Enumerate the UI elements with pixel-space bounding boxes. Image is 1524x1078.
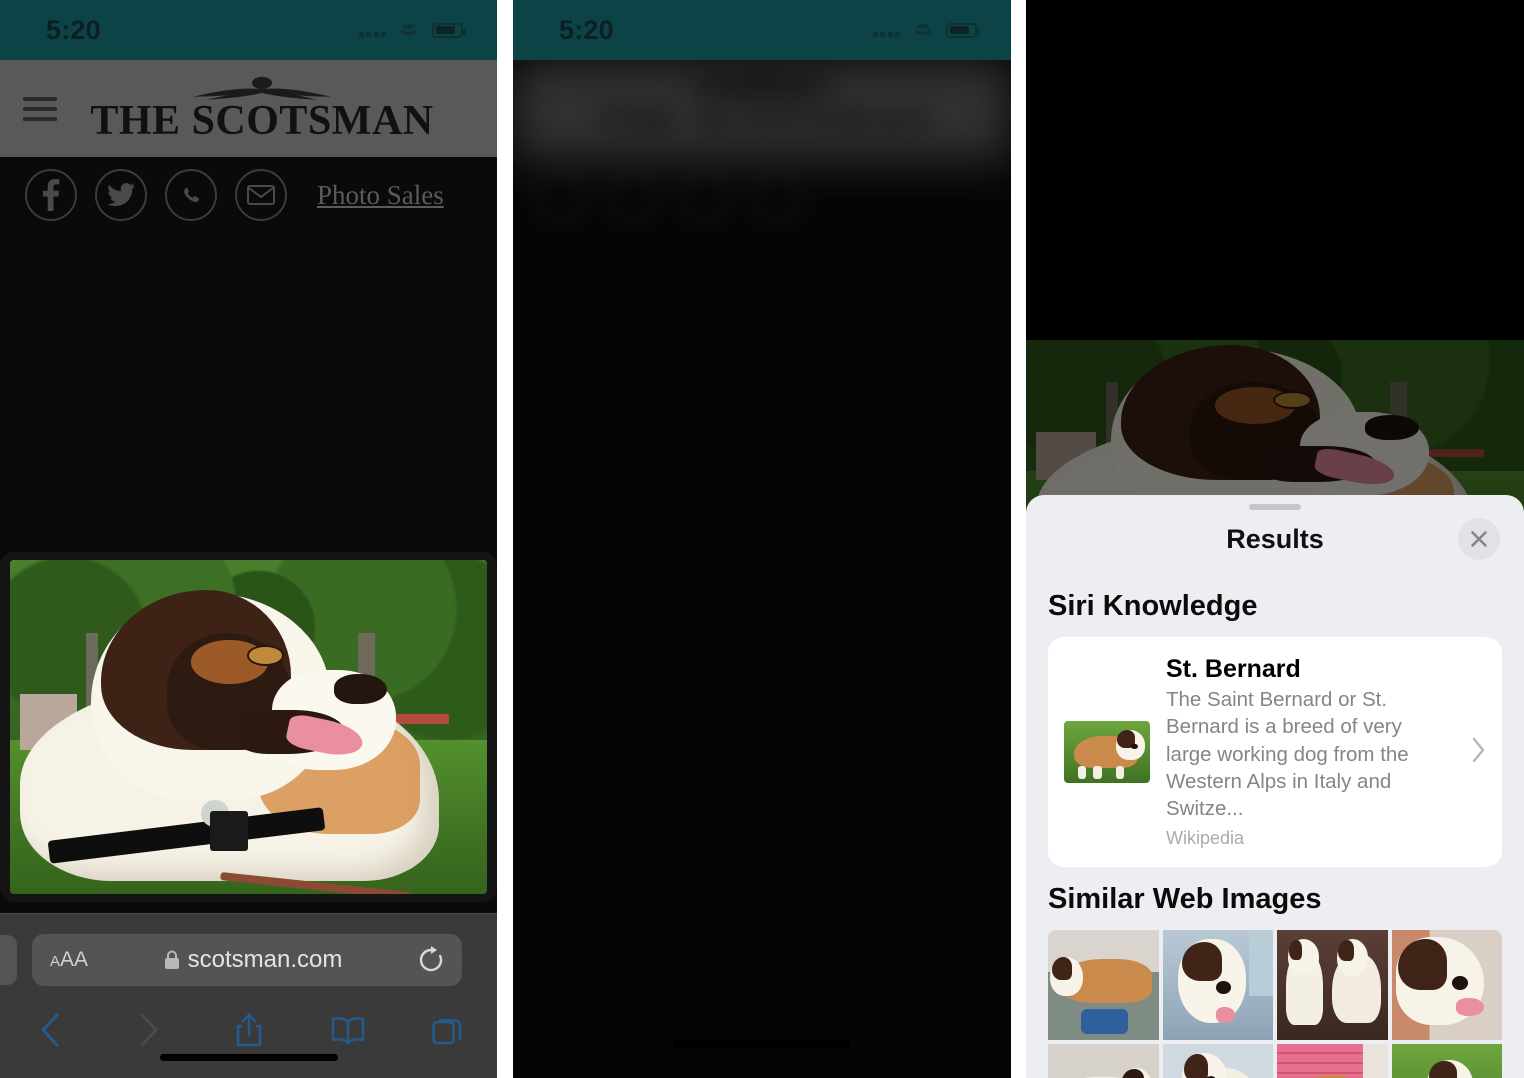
- knowledge-card-description: The Saint Bernard or St. Bernard is a br…: [1166, 688, 1409, 820]
- tabs-button[interactable]: [398, 1015, 497, 1045]
- sheet-title: Results: [1226, 523, 1324, 554]
- wifi-icon: [911, 21, 935, 39]
- close-icon[interactable]: [1458, 518, 1500, 560]
- section-title-similar-web-images: Similar Web Images: [1048, 883, 1322, 916]
- dimming-overlay[interactable]: [513, 0, 1011, 1078]
- dark-page-area: [1026, 0, 1524, 340]
- address-bar-row: AAA scotsman.com: [0, 931, 497, 989]
- status-bar: 5:20: [513, 0, 1011, 60]
- site-logo[interactable]: THE SCOTSMAN: [57, 76, 467, 142]
- phone-panel-browser: 5:20 THE SCOTSMAN Photo Sales AAA scotsm…: [0, 0, 497, 1078]
- chevron-right-icon[interactable]: [1466, 736, 1486, 769]
- battery-icon: [946, 22, 980, 38]
- st-bernard-photo[interactable]: [10, 560, 487, 894]
- article-photo-frame[interactable]: [0, 552, 497, 902]
- forward-button[interactable]: [99, 1012, 198, 1048]
- results-sheet: Results Siri Knowledge St. Bernard The S…: [1026, 495, 1524, 1078]
- knowledge-card-source: Wikipedia: [1166, 828, 1245, 849]
- st-bernard-thumbnail: [1064, 721, 1150, 784]
- text-size-button[interactable]: AAA: [50, 948, 88, 972]
- facebook-icon[interactable]: [25, 169, 77, 221]
- screenshot-stage: 5:20 THE SCOTSMAN Photo Sales AAA scotsm…: [0, 0, 1524, 1078]
- social-share-row: Photo Sales: [0, 157, 497, 233]
- home-indicator: [673, 1040, 851, 1048]
- web-image-thumb[interactable]: [1391, 930, 1502, 1041]
- phone-panel-context-menu: THE SCOTSMAN 5:20: [513, 0, 1011, 1078]
- web-image-thumb[interactable]: [1277, 930, 1388, 1041]
- signal-bars-icon: [872, 23, 900, 37]
- web-image-thumb[interactable]: [1048, 930, 1159, 1041]
- text-size-label-small: A: [50, 953, 61, 970]
- hamburger-icon[interactable]: [23, 96, 57, 121]
- status-bar-time: 5:20: [46, 14, 101, 45]
- address-bar-url: scotsman.com: [187, 946, 343, 973]
- signal-bars-icon: [358, 23, 386, 37]
- similar-web-images-grid: [1048, 930, 1502, 1078]
- knowledge-card-text: St. Bernard The Saint Bernard or St. Ber…: [1166, 655, 1450, 849]
- text-size-label: AA: [60, 948, 89, 971]
- status-bar-indicators: [358, 21, 466, 39]
- siri-knowledge-card[interactable]: St. Bernard The Saint Bernard or St. Ber…: [1048, 637, 1502, 868]
- status-bar-time: 5:20: [559, 14, 614, 45]
- site-masthead: THE SCOTSMAN: [0, 60, 497, 157]
- wifi-icon: [397, 21, 421, 39]
- twitter-icon[interactable]: [95, 169, 147, 221]
- previous-tab-peek[interactable]: [0, 935, 17, 985]
- email-icon[interactable]: [235, 169, 287, 221]
- site-brand-text: THE SCOTSMAN: [90, 97, 434, 144]
- knowledge-card-title: St. Bernard: [1166, 655, 1301, 683]
- web-image-thumb[interactable]: [1277, 1044, 1388, 1078]
- address-bar-center: scotsman.com: [88, 946, 418, 974]
- section-title-siri-knowledge: Siri Knowledge: [1048, 590, 1258, 622]
- status-bar: 5:20: [0, 0, 497, 60]
- lock-icon: [164, 950, 180, 970]
- safari-toolbar: AAA scotsman.com: [0, 913, 497, 1078]
- sheet-body: Siri Knowledge St. Bernard The Saint Ber…: [1026, 568, 1524, 1078]
- address-bar[interactable]: AAA scotsman.com: [32, 934, 462, 986]
- home-indicator: [159, 1054, 338, 1061]
- safari-tool-row: [0, 1000, 497, 1060]
- web-image-thumb[interactable]: [1162, 930, 1273, 1041]
- web-image-thumb[interactable]: [1048, 1044, 1159, 1078]
- whatsapp-icon[interactable]: [165, 169, 217, 221]
- status-bar-indicators: [872, 21, 980, 39]
- phone-panel-results: Results Siri Knowledge St. Bernard The S…: [1026, 0, 1524, 1078]
- web-image-thumb[interactable]: [1162, 1044, 1273, 1078]
- reload-icon[interactable]: [418, 946, 444, 974]
- share-button[interactable]: [199, 1013, 298, 1047]
- battery-icon: [432, 22, 466, 38]
- photo-sales-link[interactable]: Photo Sales: [317, 180, 444, 211]
- web-image-thumb[interactable]: [1391, 1044, 1502, 1078]
- bookmarks-button[interactable]: [298, 1016, 397, 1044]
- back-button[interactable]: [0, 1012, 99, 1048]
- sheet-header: Results: [1026, 510, 1524, 568]
